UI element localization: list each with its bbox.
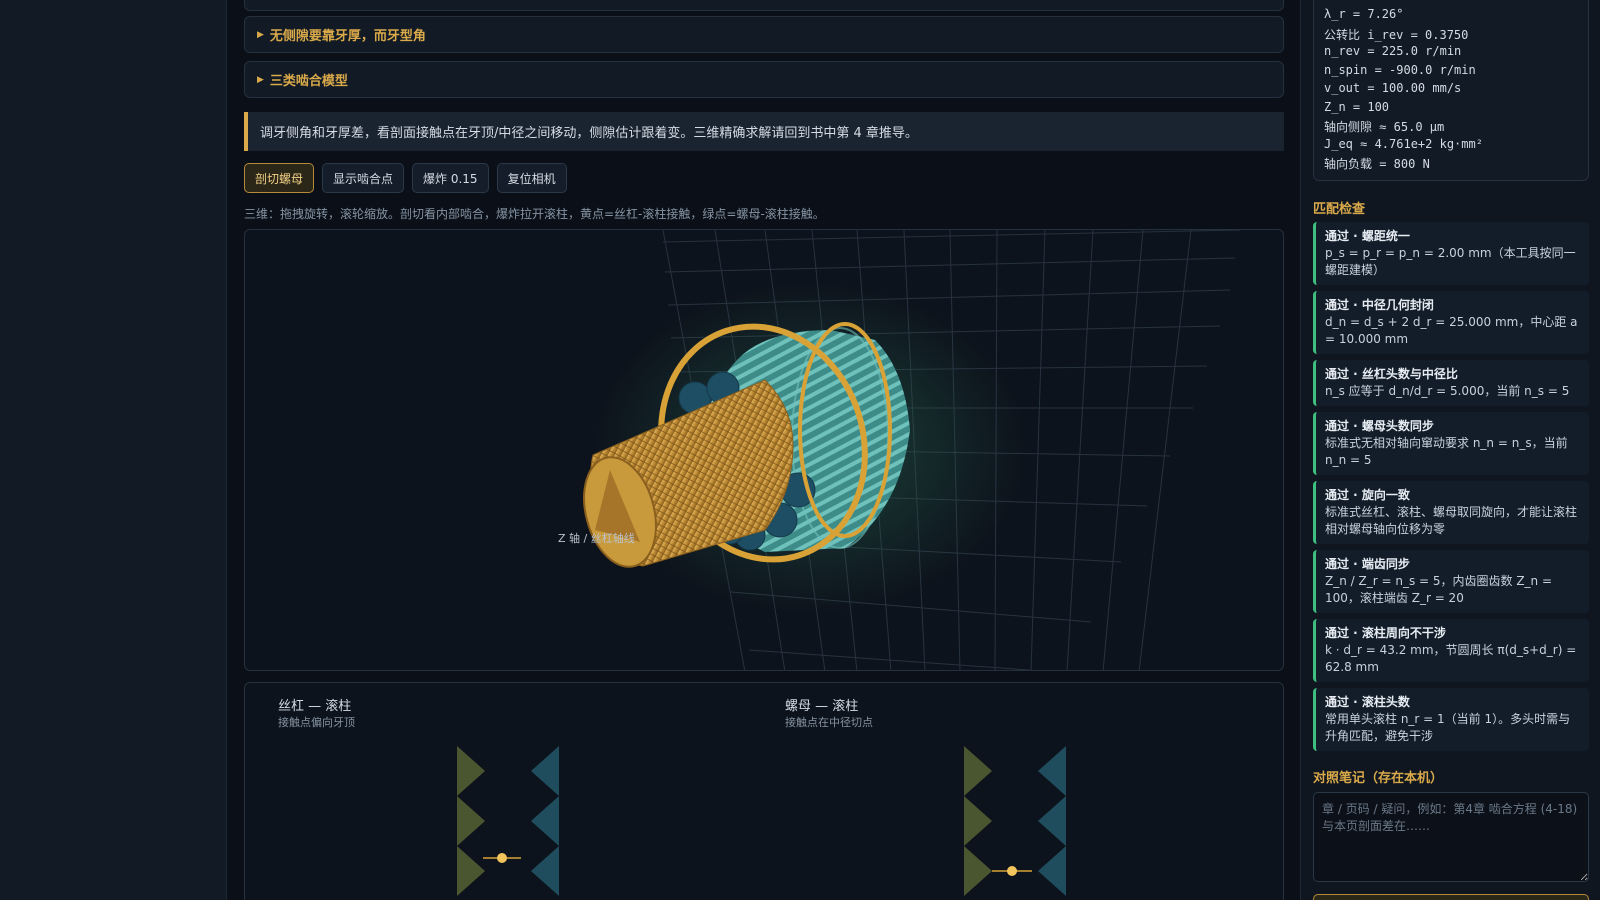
screw-roller-profile bbox=[457, 746, 559, 896]
section-nut-button[interactable]: 剖切螺母 bbox=[244, 163, 315, 193]
save-notes-button[interactable] bbox=[1313, 894, 1589, 900]
check-item: 通过 · 螺距统一 p_s = p_r = p_n = 2.00 mm（本工具按… bbox=[1313, 222, 1589, 285]
check-item: 通过 · 滚柱头数 常用单头滚柱 n_r = 1（当前 1）。多头时需与升角匹配… bbox=[1313, 688, 1589, 751]
accordion-backlash[interactable]: ▶ 无侧隙要靠牙厚，而牙型角 bbox=[244, 16, 1284, 53]
expand-triangle-icon: ▶ bbox=[257, 29, 264, 40]
3d-viewport[interactable]: Z 轴 / 丝杠轴线 bbox=[244, 229, 1284, 671]
contact-point-yellow bbox=[1007, 866, 1017, 876]
left-sidebar bbox=[0, 0, 227, 900]
check-item: 通过 · 丝杠头数与中径比 n_s 应等于 d_n/d_r = 5.000，当前… bbox=[1313, 360, 1589, 406]
axis-label: Z 轴 / 丝杠轴线 bbox=[558, 532, 635, 545]
notes-textarea[interactable] bbox=[1313, 792, 1589, 882]
check-item: 通过 · 中径几何封闭 d_n = d_s + 2 d_r = 25.000 m… bbox=[1313, 291, 1589, 354]
accordion-collapsed[interactable] bbox=[244, 0, 1284, 11]
roller-teeth bbox=[964, 746, 992, 896]
main-content: ▶ 无侧隙要靠牙厚，而牙型角 ▶ 三类啮合模型 调牙侧角和牙厚差，看剖面接触点在… bbox=[227, 0, 1300, 900]
param-line: n_rev = 225.0 r/min bbox=[1324, 44, 1462, 58]
screw-teeth bbox=[457, 746, 485, 896]
param-line: 公转比 i_rev = 0.3750 bbox=[1324, 27, 1469, 42]
expand-triangle-icon: ▶ bbox=[257, 74, 264, 85]
right-panel: λ_r = 7.26° 公转比 i_rev = 0.3750 n_rev = 2… bbox=[1300, 0, 1600, 900]
param-line: v_out = 100.00 mm/s bbox=[1324, 81, 1462, 95]
param-line: λ_r = 7.26° bbox=[1324, 7, 1404, 21]
nut-teeth bbox=[1038, 746, 1066, 896]
param-line: J_eq ≈ 4.761e+2 kg·mm² bbox=[1324, 136, 1483, 151]
check-item: 通过 · 端齿同步 Z_n / Z_r = n_s = 5，内齿圈齿数 Z_n … bbox=[1313, 550, 1589, 613]
reset-camera-button[interactable]: 复位相机 bbox=[496, 163, 567, 193]
viewer-toolbar: 剖切螺母 显示啮合点 爆炸 0.15 复位相机 bbox=[244, 163, 567, 193]
contact-sections: 丝杠 — 滚柱 接触点偏向牙顶 螺母 — 滚柱 接触点在中径切点 bbox=[244, 682, 1284, 900]
param-line: 轴向负载 = 800 N bbox=[1324, 157, 1430, 171]
parameter-readout: λ_r = 7.26° 公转比 i_rev = 0.3750 n_rev = 2… bbox=[1313, 0, 1589, 181]
accordion-label: 无侧隙要靠牙厚，而牙型角 bbox=[269, 29, 426, 44]
info-callout: 调牙侧角和牙厚差，看剖面接触点在牙顶/中径之间移动，侧隙估计跟着变。三维精确求解… bbox=[244, 112, 1284, 151]
check-item: 通过 · 滚柱周向不干涉 k · d_r = 43.2 mm，节圆周长 π(d_… bbox=[1313, 619, 1589, 682]
explode-button[interactable]: 爆炸 0.15 bbox=[412, 163, 489, 193]
roller-teeth bbox=[531, 746, 559, 896]
checks-heading: 匹配检查 bbox=[1313, 202, 1366, 217]
3d-scene bbox=[583, 230, 1241, 670]
viewer-hint: 三维：拖拽旋转，滚轮缩放。剖切看内部啮合，爆炸拉开滚柱，黄点=丝杠-滚柱接触，绿… bbox=[244, 207, 825, 221]
check-item: 通过 · 旋向一致 标准式丝杠、滚柱、螺母取同旋向，才能让滚柱相对螺母轴向位移为… bbox=[1313, 481, 1589, 544]
show-contacts-button[interactable]: 显示啮合点 bbox=[322, 163, 405, 193]
param-line: Z_n = 100 bbox=[1324, 99, 1390, 114]
contact-pane-nut-roller: 螺母 — 滚柱 接触点在中径切点 bbox=[752, 683, 1259, 900]
accordion-label: 三类啮合模型 bbox=[269, 74, 348, 89]
nut-roller-profile bbox=[964, 746, 1066, 896]
param-line: 轴向侧隙 ≈ 65.0 μm bbox=[1324, 120, 1445, 134]
check-item: 通过 · 螺母头数同步 标准式无相对轴向窜动要求 n_n = n_s，当前 n_… bbox=[1313, 412, 1589, 475]
contact-point-yellow bbox=[497, 853, 507, 863]
contact-pane-screw-roller: 丝杠 — 滚柱 接触点偏向牙顶 bbox=[245, 683, 752, 900]
checks-list: 通过 · 螺距统一 p_s = p_r = p_n = 2.00 mm（本工具按… bbox=[1313, 222, 1589, 757]
roller-screw-assembly bbox=[583, 283, 1025, 613]
param-line: n_spin = -900.0 r/min bbox=[1324, 62, 1476, 77]
notes-heading: 对照笔记（存在本机） bbox=[1313, 771, 1444, 786]
accordion-mesh-models[interactable]: ▶ 三类啮合模型 bbox=[244, 61, 1284, 98]
